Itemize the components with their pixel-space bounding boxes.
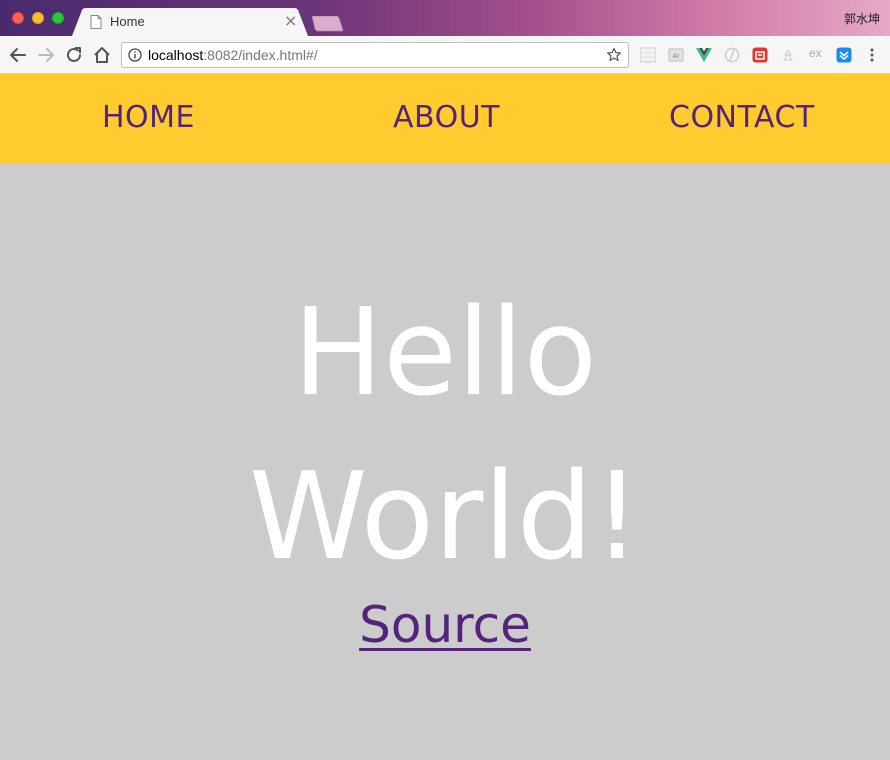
nav-contact-link[interactable]: CONTACT [669, 100, 815, 136]
grid-ext-icon[interactable] [640, 47, 656, 63]
tree-ext-icon[interactable] [780, 47, 796, 63]
reload-icon[interactable] [64, 45, 84, 65]
tab-close-icon[interactable]: × [284, 12, 297, 30]
url-text[interactable]: localhost:8082/index.html#/ [148, 47, 318, 63]
hero-line-2: World! [249, 448, 641, 587]
page-icon [90, 15, 102, 29]
nav-about-link[interactable]: ABOUT [393, 100, 500, 136]
browser-toolbar: localhost:8082/index.html#/ Ar ex [0, 36, 890, 74]
browser-tab[interactable]: Home × [72, 8, 312, 36]
back-arrow-icon[interactable] [8, 45, 28, 65]
vue-devtools-icon[interactable] [696, 47, 712, 63]
ar-ext-icon[interactable]: Ar [668, 47, 684, 63]
ghost-ext-icon[interactable] [724, 47, 740, 63]
source-link[interactable]: Source [359, 596, 531, 654]
source-link-container: Source [0, 596, 890, 654]
blue-ext-icon[interactable] [836, 47, 852, 63]
svg-text:Ar: Ar [673, 53, 681, 60]
minimize-window-button[interactable] [32, 12, 44, 24]
site-nav: HOME ABOUT CONTACT [0, 74, 890, 163]
hero-heading: Hello World! [0, 272, 890, 600]
profile-name[interactable]: 郭水坤 [844, 10, 880, 27]
page-viewport: HOME ABOUT CONTACT Hello World! Source [0, 74, 890, 760]
hero-line-1: Hello [292, 284, 598, 423]
new-tab-button[interactable] [310, 16, 344, 32]
ex-ext-icon[interactable]: ex [809, 46, 822, 60]
tab-title: Home [110, 14, 145, 29]
forward-arrow-icon[interactable] [36, 45, 56, 65]
menu-icon[interactable] [864, 47, 880, 63]
browser-titlebar: Home × 郭水坤 [0, 0, 890, 36]
info-icon[interactable] [128, 48, 142, 62]
red-ext-icon[interactable] [752, 47, 768, 63]
nav-home-link[interactable]: HOME [102, 100, 195, 136]
bookmark-star-icon[interactable] [606, 47, 622, 63]
address-bar[interactable]: localhost:8082/index.html#/ [121, 42, 629, 68]
url-host: localhost [148, 47, 204, 63]
maximize-window-button[interactable] [52, 12, 64, 24]
url-path: :8082/index.html#/ [203, 47, 318, 63]
close-window-button[interactable] [12, 12, 24, 24]
home-icon[interactable] [92, 45, 112, 65]
